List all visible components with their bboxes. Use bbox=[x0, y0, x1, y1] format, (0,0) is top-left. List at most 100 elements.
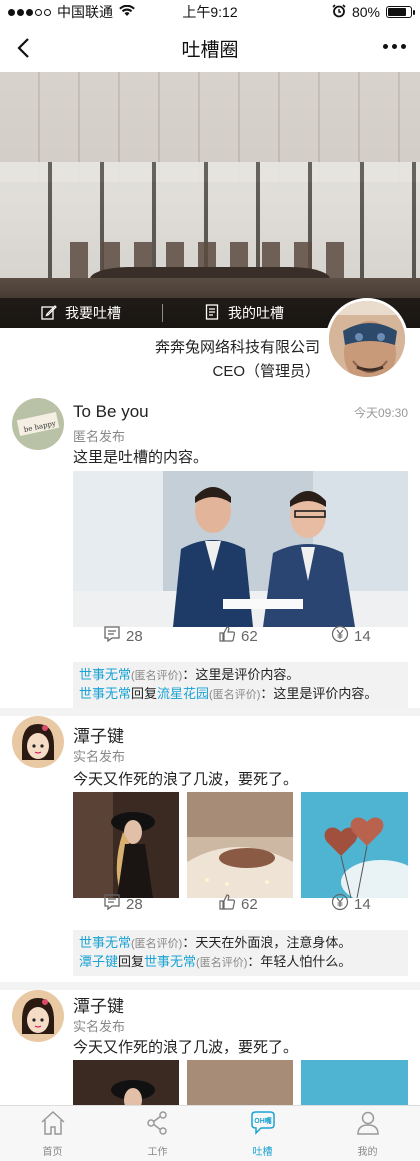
post-type: 实名发布 bbox=[73, 1019, 126, 1034]
tab-complaints-label: 吐槽 bbox=[252, 1147, 273, 1158]
battery-icon bbox=[386, 6, 415, 18]
company-name: 奔奔兔网络科技有限公司 bbox=[154, 339, 320, 356]
post-image[interactable] bbox=[73, 792, 179, 898]
comment-icon bbox=[103, 893, 121, 915]
back-icon[interactable] bbox=[12, 36, 36, 60]
comment-user[interactable]: 潭子键 bbox=[79, 954, 118, 969]
my-complaints-label: 我的吐槽 bbox=[228, 305, 284, 321]
tab-me-label: 我的 bbox=[357, 1147, 378, 1158]
avatar[interactable] bbox=[12, 716, 64, 768]
home-icon bbox=[39, 1109, 67, 1140]
post-image[interactable] bbox=[187, 1060, 293, 1105]
avatar[interactable] bbox=[12, 990, 64, 1042]
comment-count: 28 bbox=[126, 895, 143, 913]
comment-user[interactable]: 世事无常 bbox=[79, 686, 131, 701]
more-icon[interactable] bbox=[383, 44, 406, 49]
post-time: 今天09:30 bbox=[353, 406, 408, 420]
user-role: CEO（管理员） bbox=[212, 363, 320, 380]
comment-tag: (匿名评价) bbox=[196, 957, 248, 969]
post-author: 潭子键 bbox=[73, 997, 124, 1016]
comment-tag: (匿名评价) bbox=[131, 938, 183, 950]
alarm-icon bbox=[332, 3, 346, 21]
comment-text: ：天天在外面浪，注意身体。 bbox=[182, 935, 352, 950]
comment-list: 世事无常(匿名评价)：这里是评价内容。 世事无常回复流星花园(匿名评价)：这里是… bbox=[73, 662, 408, 708]
tab-work[interactable]: 工作 bbox=[105, 1106, 210, 1161]
post-image[interactable] bbox=[301, 1060, 408, 1105]
like-button[interactable]: 62 bbox=[218, 625, 258, 647]
tab-home[interactable]: 首页 bbox=[0, 1106, 105, 1161]
wifi-icon bbox=[119, 4, 135, 20]
post-image[interactable] bbox=[73, 471, 408, 627]
yuan-coin-icon bbox=[331, 625, 349, 647]
my-complaints-button[interactable]: 我的吐槽 bbox=[163, 298, 325, 328]
post-image[interactable] bbox=[73, 1060, 179, 1105]
post-complaint-button[interactable]: 我要吐槽 bbox=[0, 298, 162, 328]
section-divider bbox=[0, 982, 420, 990]
comment-item: 世事无常回复流星花园(匿名评价)：这里是评价内容。 bbox=[79, 685, 402, 704]
share-icon bbox=[144, 1109, 172, 1140]
battery-percent: 80% bbox=[351, 4, 380, 20]
tab-me[interactable]: 我的 bbox=[315, 1106, 420, 1161]
tab-home-label: 首页 bbox=[42, 1147, 63, 1158]
battery-level bbox=[388, 8, 406, 16]
comment-item: 潭子键回复世事无常(匿名评价)：年轻人怕什么。 bbox=[79, 953, 402, 972]
post-complaint-label: 我要吐槽 bbox=[65, 305, 121, 321]
comment-list: 世事无常(匿名评价)：天天在外面浪，注意身体。 潭子键回复世事无常(匿名评价)：… bbox=[73, 930, 408, 976]
comment-item: 世事无常(匿名评价)：这里是评价内容。 bbox=[79, 666, 402, 685]
comment-text: ：这里是评价内容。 bbox=[182, 667, 300, 682]
reward-count: 14 bbox=[354, 895, 371, 913]
comment-button[interactable]: 28 bbox=[103, 625, 143, 647]
comment-button[interactable]: 28 bbox=[103, 893, 143, 915]
post-card: 潭子键 实名发布 今天又作死的浪了几波，要死了。 bbox=[0, 990, 420, 1105]
post-image[interactable] bbox=[187, 792, 293, 898]
comment-count: 28 bbox=[126, 627, 143, 645]
post-content: 今天又作死的浪了几波，要死了。 bbox=[73, 1039, 299, 1056]
thumbs-up-icon bbox=[218, 625, 236, 647]
page-title: 吐槽圈 bbox=[181, 39, 239, 61]
post-card: be happy To Be you 匿名发布 今天09:30 这里是吐槽的内容… bbox=[0, 386, 420, 708]
reply-word: 回复 bbox=[131, 686, 158, 701]
comment-icon bbox=[103, 625, 121, 647]
edit-icon bbox=[41, 304, 57, 323]
person-icon bbox=[354, 1109, 382, 1140]
thumbs-up-icon bbox=[218, 893, 236, 915]
carrier-label: 中国联通 bbox=[57, 4, 113, 20]
reply-to-user[interactable]: 流星花园 bbox=[157, 686, 209, 701]
hero-banner: 我要吐槽 我的吐槽 bbox=[0, 72, 420, 328]
post-type: 实名发布 bbox=[73, 749, 126, 764]
document-icon bbox=[204, 303, 220, 323]
signal-icon bbox=[8, 8, 51, 16]
reply-word: 回复 bbox=[118, 954, 145, 969]
comment-user[interactable]: 世事无常 bbox=[79, 935, 131, 950]
speech-bubble-icon: OH嘴 bbox=[249, 1109, 277, 1140]
comment-tag: (匿名评价) bbox=[131, 670, 183, 682]
yuan-coin-icon bbox=[331, 893, 349, 915]
post-card: 潭子键 实名发布 今天又作死的浪了几波，要死了。 bbox=[0, 716, 420, 982]
section-divider bbox=[0, 708, 420, 716]
ceo-avatar[interactable] bbox=[326, 298, 408, 380]
tab-complaints[interactable]: OH嘴 吐槽 bbox=[210, 1106, 315, 1161]
reply-to-user[interactable]: 世事无常 bbox=[144, 954, 196, 969]
status-bar: 中国联通 上午9:12 80% bbox=[0, 0, 420, 24]
reward-button[interactable]: 14 bbox=[331, 625, 371, 647]
tab-bar: 首页 工作 OH嘴 吐槽 我的 bbox=[0, 1105, 420, 1161]
like-count: 62 bbox=[241, 627, 258, 645]
post-image[interactable] bbox=[301, 792, 408, 898]
post-type: 匿名发布 bbox=[73, 429, 126, 444]
post-content: 这里是吐槽的内容。 bbox=[73, 449, 209, 466]
like-count: 62 bbox=[241, 895, 258, 913]
post-content: 今天又作死的浪了几波，要死了。 bbox=[73, 771, 299, 788]
post-author: To Be you bbox=[73, 402, 149, 421]
reward-count: 14 bbox=[354, 627, 371, 645]
speech-bubble-text: OH嘴 bbox=[254, 1116, 272, 1125]
comment-item: 世事无常(匿名评价)：天天在外面浪，注意身体。 bbox=[79, 934, 402, 953]
comment-tag: (匿名评价) bbox=[209, 689, 261, 701]
avatar[interactable]: be happy bbox=[12, 398, 64, 450]
tab-work-label: 工作 bbox=[147, 1147, 168, 1158]
comment-text: ：这里是评价内容。 bbox=[260, 686, 378, 701]
comment-user[interactable]: 世事无常 bbox=[79, 667, 131, 682]
reward-button[interactable]: 14 bbox=[331, 893, 371, 915]
post-author: 潭子键 bbox=[73, 727, 124, 746]
nav-bar: 吐槽圈 bbox=[0, 24, 420, 72]
like-button[interactable]: 62 bbox=[218, 893, 258, 915]
